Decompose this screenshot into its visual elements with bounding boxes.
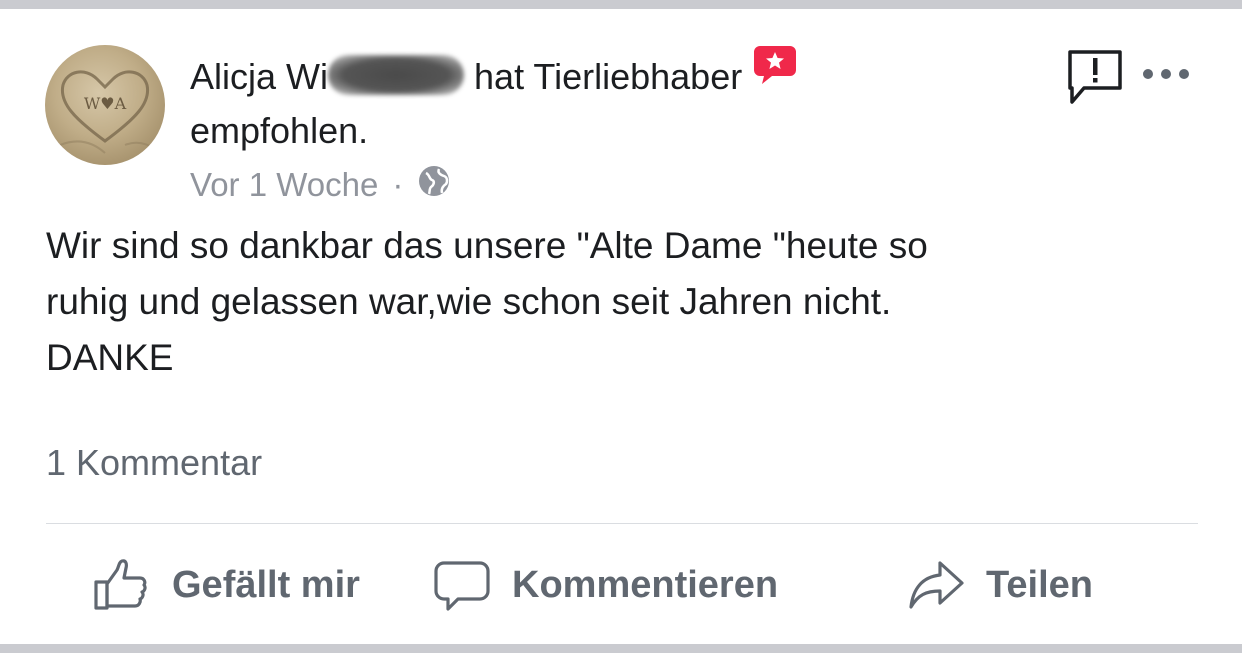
comment-label: Kommentieren xyxy=(512,563,779,606)
like-button[interactable]: Gefällt mir xyxy=(92,550,360,620)
comment-count[interactable]: 1 Kommentar xyxy=(46,442,262,484)
timestamp[interactable]: Vor 1 Woche xyxy=(190,166,378,204)
post-body: Wir sind so dankbar das unsere "Alte Dam… xyxy=(46,218,1196,386)
share-label: Teilen xyxy=(986,563,1093,606)
divider xyxy=(46,523,1198,524)
meta-separator: · xyxy=(392,166,404,203)
post-header: Alicja Wi hat Tierliebhaber empfohlen. xyxy=(190,45,890,158)
thumbs-up-icon xyxy=(94,559,147,610)
post-line-3: DANKE xyxy=(46,337,174,378)
comment-button[interactable]: Kommentieren xyxy=(434,550,778,620)
avatar-heart-drawing: W♥A xyxy=(59,70,156,154)
avatar-text: W♥A xyxy=(84,94,127,113)
avatar[interactable]: W♥A xyxy=(45,45,165,165)
post-line-1: Wir sind so dankbar das unsere "Alte Dam… xyxy=(46,225,928,266)
recommend-text-line2: empfohlen. xyxy=(190,110,369,151)
like-label: Gefällt mir xyxy=(172,563,360,606)
comment-icon xyxy=(434,561,490,611)
recommend-text: hat Tierliebhaber xyxy=(474,56,743,97)
post-line-2: ruhig und gelassen war,wie schon seit Ja… xyxy=(46,281,892,322)
more-icon[interactable] xyxy=(1140,66,1192,87)
share-button[interactable]: Teilen xyxy=(908,550,1093,620)
share-icon xyxy=(909,561,964,609)
globe-icon xyxy=(417,164,451,206)
author-name[interactable]: Alicja Wi xyxy=(190,56,328,97)
report-icon[interactable] xyxy=(1066,48,1124,111)
post-meta: Vor 1 Woche · xyxy=(190,165,451,205)
redacted-name xyxy=(328,55,465,96)
recommend-star-icon xyxy=(752,42,798,103)
top-separator xyxy=(0,0,1242,9)
bottom-separator xyxy=(0,644,1242,653)
